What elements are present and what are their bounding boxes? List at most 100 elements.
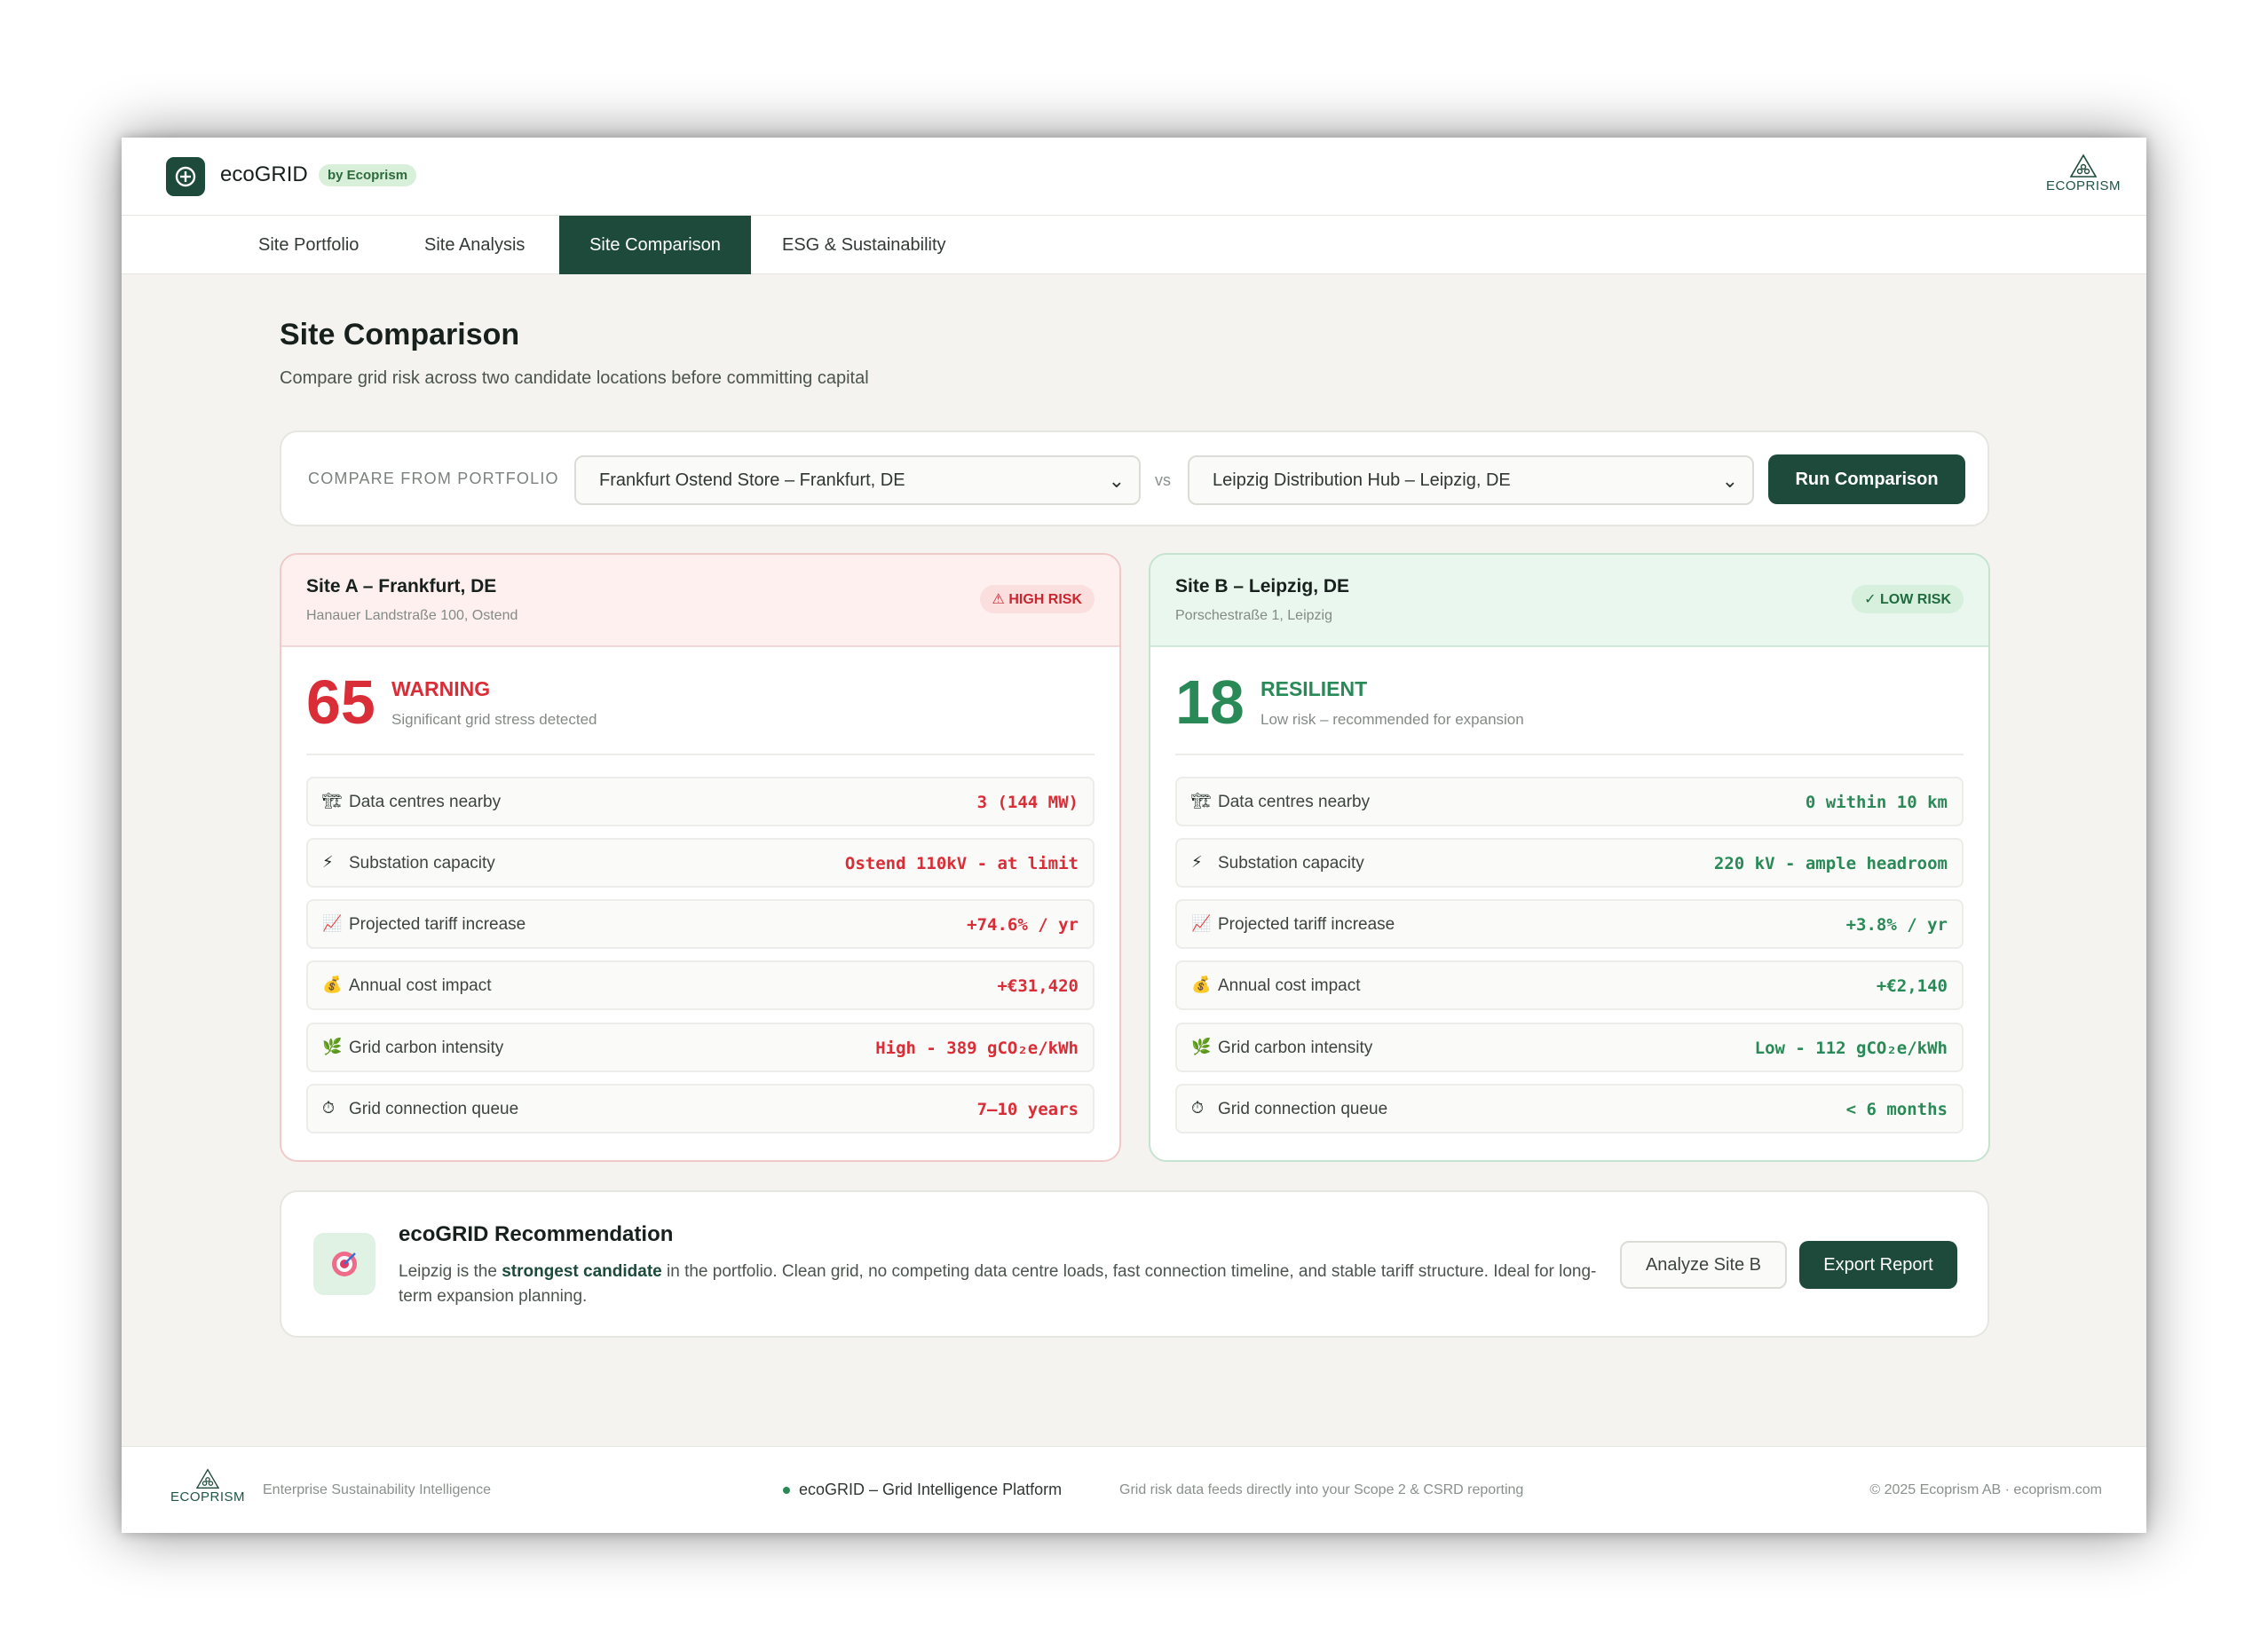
footer-wordmark: ECOPRISM xyxy=(170,1489,245,1505)
compare-label: COMPARE FROM PORTFOLIO xyxy=(308,470,559,487)
metric-value: High - 389 gCO₂e/kWh xyxy=(875,1039,1079,1058)
metric-value: 0 within 10 km xyxy=(1805,793,1948,812)
ecoprism-triangle-icon xyxy=(195,1468,220,1489)
crane-icon: 🏗 xyxy=(322,792,343,810)
metric-value: 7–10 years xyxy=(976,1100,1079,1119)
money-bag-icon: 💰 xyxy=(322,976,343,993)
site-a-address: Hanauer Landstraße 100, Ostend xyxy=(306,608,518,623)
metric-row: ⚡ Substation capacity Ostend 110kV - at … xyxy=(306,838,1094,888)
page-subtitle: Compare grid risk across two candidate l… xyxy=(280,368,869,388)
site-a-card-header: Site A – Frankfurt, DE Hanauer Landstraß… xyxy=(281,555,1119,647)
site-a-status: WARNING xyxy=(391,677,491,700)
footer-platform: ecoGRID – Grid Intelligence Platform xyxy=(783,1481,1062,1499)
metric-label: Annual cost impact xyxy=(1218,976,1361,995)
chart-up-icon: 📈 xyxy=(322,914,343,932)
main-nav-tabs: Site Portfolio Site Analysis Site Compar… xyxy=(122,216,2146,274)
vs-label: vs xyxy=(1155,471,1171,489)
tab-site-analysis[interactable]: Site Analysis xyxy=(396,216,553,274)
metric-row: 📈 Projected tariff increase +3.8% / yr xyxy=(1175,899,1964,949)
recommendation-title: ecoGRID Recommendation xyxy=(399,1222,674,1246)
metric-value: Ostend 110kV - at limit xyxy=(844,854,1079,873)
metric-row: 🏗 Data centres nearby 3 (144 MW) xyxy=(306,777,1094,826)
chevron-down-icon: ⌄ xyxy=(1108,470,1125,492)
metric-label: Data centres nearby xyxy=(349,793,502,811)
site-a-title: Site A – Frankfurt, DE xyxy=(306,576,497,596)
tab-site-comparison[interactable]: Site Comparison xyxy=(559,216,751,274)
analyze-site-b-button[interactable]: Analyze Site B xyxy=(1620,1241,1787,1289)
footer-copyright: © 2025 Ecoprism AB · ecoprism.com xyxy=(1869,1482,2102,1497)
lightning-icon: ⚡ xyxy=(322,853,334,871)
site-b-card: Site B – Leipzig, DE Porschestraße 1, Le… xyxy=(1149,553,1990,1162)
metric-label: Projected tariff increase xyxy=(1218,915,1395,934)
site-b-risk-score: 18 xyxy=(1175,667,1245,737)
crane-icon: 🏗 xyxy=(1191,792,1212,810)
site-b-select[interactable]: Leipzig Distribution Hub – Leipzig, DE ⌄ xyxy=(1188,455,1754,505)
metric-value: 220 kV - ample headroom xyxy=(1713,854,1948,873)
metric-label: Annual cost impact xyxy=(349,976,492,995)
stopwatch-icon: ⏱ xyxy=(1191,1099,1205,1117)
site-b-status-sub: Low risk – recommended for expansion xyxy=(1260,711,1524,728)
metric-value: +€31,420 xyxy=(997,976,1079,996)
recommendation-panel: ecoGRID Recommendation Leipzig is the st… xyxy=(280,1190,1989,1338)
site-b-card-header: Site B – Leipzig, DE Porschestraße 1, Le… xyxy=(1150,555,1988,647)
site-b-status: RESILIENT xyxy=(1260,677,1368,700)
divider xyxy=(306,754,1094,755)
metric-label: Projected tariff increase xyxy=(349,915,526,934)
footer-note: Grid risk data feeds directly into your … xyxy=(1119,1482,1524,1497)
site-a-select-value: Frankfurt Ostend Store – Frankfurt, DE xyxy=(599,470,905,490)
metric-label: Grid connection queue xyxy=(1218,1100,1388,1118)
high-risk-badge: ⚠ HIGH RISK xyxy=(979,585,1094,613)
app-window: ecoGRID by Ecoprism ECOPRISM Site Portfo… xyxy=(122,138,2146,1533)
metric-value: +74.6% / yr xyxy=(967,915,1079,935)
site-a-risk-score: 65 xyxy=(306,667,375,737)
metric-row: 💰 Annual cost impact +€31,420 xyxy=(306,960,1094,1010)
metric-label: Grid carbon intensity xyxy=(1218,1039,1373,1057)
ecoprism-wordmark: ECOPRISM xyxy=(2045,178,2121,194)
run-comparison-button[interactable]: Run Comparison xyxy=(1768,454,1965,504)
metric-value: < 6 months xyxy=(1845,1100,1948,1119)
lightning-icon: ⚡ xyxy=(1191,853,1203,871)
metric-value: +3.8% / yr xyxy=(1845,915,1948,935)
stopwatch-icon: ⏱ xyxy=(322,1099,336,1117)
footer: ECOPRISM Enterprise Sustainability Intel… xyxy=(122,1446,2146,1533)
metric-value: Low - 112 gCO₂e/kWh xyxy=(1754,1039,1948,1058)
metric-label: Substation capacity xyxy=(349,854,495,873)
site-a-status-sub: Significant grid stress detected xyxy=(391,711,597,728)
export-report-button[interactable]: Export Report xyxy=(1799,1241,1957,1289)
metric-row: 📈 Projected tariff increase +74.6% / yr xyxy=(306,899,1094,949)
tab-esg-sustainability[interactable]: ESG & Sustainability xyxy=(754,216,975,274)
footer-ecoprism-logo[interactable]: ECOPRISM xyxy=(168,1468,248,1513)
by-ecoprism-badge: by Ecoprism xyxy=(319,164,417,186)
site-a-card: Site A – Frankfurt, DE Hanauer Landstraß… xyxy=(280,553,1121,1162)
metric-label: Grid carbon intensity xyxy=(349,1039,504,1057)
metric-label: Grid connection queue xyxy=(349,1100,519,1118)
money-bag-icon: 💰 xyxy=(1191,976,1212,993)
divider xyxy=(1175,754,1964,755)
metric-row: ⚡ Substation capacity 220 kV - ample hea… xyxy=(1175,838,1964,888)
metric-label: Substation capacity xyxy=(1218,854,1364,873)
recommendation-body: Leipzig is the strongest candidate in th… xyxy=(399,1260,1606,1309)
recommendation-body-pre: Leipzig is the xyxy=(399,1262,502,1281)
site-b-select-value: Leipzig Distribution Hub – Leipzig, DE xyxy=(1213,470,1511,490)
tab-site-portfolio[interactable]: Site Portfolio xyxy=(230,216,387,274)
metric-row: ⏱ Grid connection queue 7–10 years xyxy=(306,1084,1094,1134)
metric-row: 🌿 Grid carbon intensity High - 389 gCO₂e… xyxy=(306,1023,1094,1072)
recommendation-highlight: strongest candidate xyxy=(502,1262,662,1281)
status-dot-icon xyxy=(783,1487,790,1495)
site-a-select[interactable]: Frankfurt Ostend Store – Frankfurt, DE ⌄ xyxy=(574,455,1141,505)
footer-platform-text: ecoGRID – Grid Intelligence Platform xyxy=(799,1481,1063,1498)
metric-row: 💰 Annual cost impact +€2,140 xyxy=(1175,960,1964,1010)
metric-row: 🌿 Grid carbon intensity Low - 112 gCO₂e/… xyxy=(1175,1023,1964,1072)
chevron-down-icon: ⌄ xyxy=(1721,470,1738,492)
ecoprism-logo[interactable]: ECOPRISM xyxy=(2043,154,2123,203)
leaf-icon: 🌿 xyxy=(322,1038,343,1055)
top-bar: ecoGRID by Ecoprism ECOPRISM xyxy=(122,138,2146,216)
low-risk-badge: ✓ LOW RISK xyxy=(1852,585,1964,613)
metric-row: ⏱ Grid connection queue < 6 months xyxy=(1175,1084,1964,1134)
chart-up-icon: 📈 xyxy=(1191,914,1212,932)
ecogrid-logo-icon[interactable] xyxy=(166,157,205,196)
page-title: Site Comparison xyxy=(280,318,520,352)
metric-label: Data centres nearby xyxy=(1218,793,1371,811)
site-b-title: Site B – Leipzig, DE xyxy=(1175,576,1350,596)
site-b-address: Porschestraße 1, Leipzig xyxy=(1175,608,1332,623)
